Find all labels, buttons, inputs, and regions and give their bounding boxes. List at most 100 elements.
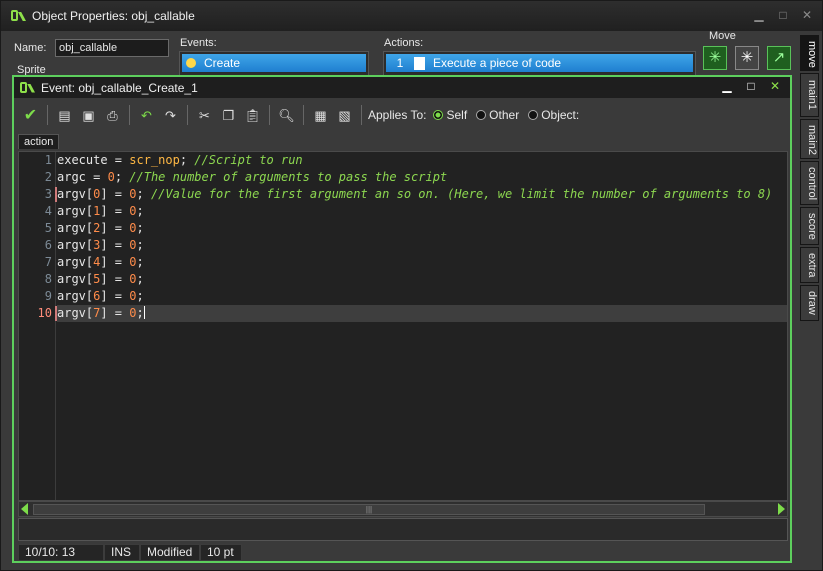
code-editor[interactable]: 1 2 3 4 5 6 7 8 9 10 execute = scr_nop; … — [18, 151, 788, 501]
toolbar-separator — [129, 105, 130, 125]
check-script-icon[interactable]: ▦ — [310, 105, 331, 126]
toolbar-separator — [361, 105, 362, 125]
line-number: 2 — [44, 170, 52, 184]
toolbar-separator — [303, 105, 304, 125]
title-bar: Object Properties: obj_callable ▁ □ ✕ — [1, 1, 822, 31]
maximize-icon[interactable]: □ — [742, 79, 760, 94]
name-label: Name: — [14, 42, 47, 54]
close-icon[interactable]: ✕ — [798, 8, 816, 23]
line-number: 9 — [44, 289, 52, 303]
code-line[interactable]: argv[0] = 0; //Value for the first argum… — [57, 186, 787, 203]
lightbulb-icon — [186, 58, 196, 68]
tab-main1[interactable]: main1 — [800, 73, 819, 117]
modified-status: Modified — [140, 544, 200, 561]
open-folder-icon[interactable]: ▤ — [54, 105, 75, 126]
code-line[interactable]: argv[4] = 0; — [57, 254, 787, 271]
save-icon[interactable]: ▣ — [78, 105, 99, 126]
toolbar-separator — [269, 105, 270, 125]
scroll-right-arrow-icon[interactable] — [778, 503, 785, 515]
code-text[interactable]: execute = scr_nop; //Script to run argc =… — [57, 152, 787, 322]
line-number: 5 — [44, 221, 52, 235]
line-number: 6 — [44, 238, 52, 252]
text-cursor — [143, 306, 145, 319]
status-bar: 10/10: 13 INS Modified 10 pt — [18, 544, 788, 561]
code-line[interactable]: argv[2] = 0; — [57, 220, 787, 237]
editor-title-bar: Event: obj_callable_Create_1 ▁ □ ✕ — [14, 77, 790, 98]
insert-code-icon[interactable]: ▧ — [334, 105, 355, 126]
events-label: Events: — [180, 37, 217, 49]
code-page-icon — [414, 56, 425, 70]
line-number: 8 — [44, 272, 52, 286]
find-icon[interactable]: 🔍︎ — [276, 105, 297, 126]
name-field[interactable]: obj_callable — [55, 39, 169, 57]
radio-selected-icon — [433, 110, 444, 120]
action-item[interactable]: 1 Execute a piece of code — [386, 54, 693, 72]
font-size: 10 pt — [200, 544, 242, 561]
message-box — [18, 518, 788, 541]
toolbar-separator — [47, 105, 48, 125]
actions-label: Actions: — [384, 37, 424, 49]
scrollbar-thumb[interactable]: ||| — [33, 504, 705, 515]
editor-title: Event: obj_callable_Create_1 — [41, 80, 198, 95]
horizontal-scrollbar[interactable]: ||| — [18, 501, 788, 517]
editor-tabs: action — [18, 134, 60, 149]
code-editor-window: Event: obj_callable_Create_1 ▁ □ ✕ ✔ ▤ ▣… — [12, 75, 792, 563]
actions-list: 1 Execute a piece of code — [383, 51, 696, 77]
copy-icon[interactable]: ❐ — [218, 105, 239, 126]
move-towards-icon[interactable]: ↗ — [767, 46, 791, 70]
code-line[interactable]: execute = scr_nop; //Script to run — [57, 152, 787, 169]
toolbar-separator — [187, 105, 188, 125]
applies-object-label: Object: — [541, 108, 580, 122]
minimize-icon[interactable]: ▁ — [750, 8, 768, 23]
code-line[interactable]: argv[5] = 0; — [57, 271, 787, 288]
applies-to-label: Applies To: — [368, 108, 427, 122]
tab-score[interactable]: score — [800, 207, 819, 245]
undo-icon[interactable]: ↶ — [136, 105, 157, 126]
code-line[interactable]: argv[7] = 0; — [57, 305, 787, 322]
line-number-gutter: 1 2 3 4 5 6 7 8 9 10 — [19, 152, 57, 500]
line-number: 3 — [19, 186, 57, 203]
action-library-tabs: move main1 main2 control score extra dra… — [800, 35, 819, 323]
tab-action[interactable]: action — [18, 134, 60, 149]
tab-extra[interactable]: extra — [800, 247, 819, 283]
editor-toolbar: ✔ ▤ ▣ ⎙ ↶ ↷ ✂ ❐ 📋︎ 🔍︎ ▦ ▧ Applies To: Se… — [14, 100, 790, 130]
scroll-left-arrow-icon[interactable] — [21, 503, 28, 515]
print-icon[interactable]: ⎙ — [102, 105, 123, 126]
gamemaker-logo-icon — [20, 81, 36, 95]
code-line[interactable]: argc = 0; //The number of arguments to p… — [57, 169, 787, 186]
applies-object-radio[interactable]: Object: — [528, 108, 579, 122]
applies-self-radio[interactable]: Self — [433, 108, 467, 122]
close-icon[interactable]: ✕ — [766, 79, 784, 94]
tab-control[interactable]: control — [800, 161, 819, 205]
line-number: 4 — [44, 204, 52, 218]
move-free-icon[interactable]: ✳ — [735, 46, 759, 70]
code-line[interactable]: argv[3] = 0; — [57, 237, 787, 254]
code-line[interactable]: argv[1] = 0; — [57, 203, 787, 220]
radio-icon — [528, 110, 539, 120]
insert-mode: INS — [104, 544, 140, 561]
ok-checkmark-icon[interactable]: ✔ — [20, 105, 41, 126]
paste-icon[interactable]: 📋︎ — [242, 105, 263, 126]
minimize-icon[interactable]: ▁ — [718, 79, 736, 94]
maximize-icon[interactable]: □ — [774, 8, 792, 23]
action-number: 1 — [396, 56, 404, 70]
move-fixed-icon[interactable]: ✳ — [703, 46, 727, 70]
event-item-label: Create — [204, 56, 241, 70]
tab-draw[interactable]: draw — [800, 285, 819, 321]
gamemaker-logo-icon — [11, 9, 27, 23]
tab-move[interactable]: move — [800, 35, 819, 71]
cursor-position: 10/10: 13 — [18, 544, 104, 561]
cut-icon[interactable]: ✂ — [194, 105, 215, 126]
action-label: Execute a piece of code — [433, 56, 562, 70]
radio-icon — [476, 110, 487, 120]
event-item-create[interactable]: Create — [182, 54, 366, 72]
line-number: 7 — [44, 255, 52, 269]
applies-other-label: Other — [489, 108, 520, 122]
applies-other-radio[interactable]: Other — [476, 108, 519, 122]
code-line[interactable]: argv[6] = 0; — [57, 288, 787, 305]
tab-main2[interactable]: main2 — [800, 119, 819, 159]
move-group-label: Move — [709, 30, 736, 42]
applies-self-label: Self — [446, 108, 468, 122]
line-number: 10 — [19, 305, 57, 322]
redo-icon[interactable]: ↷ — [160, 105, 181, 126]
